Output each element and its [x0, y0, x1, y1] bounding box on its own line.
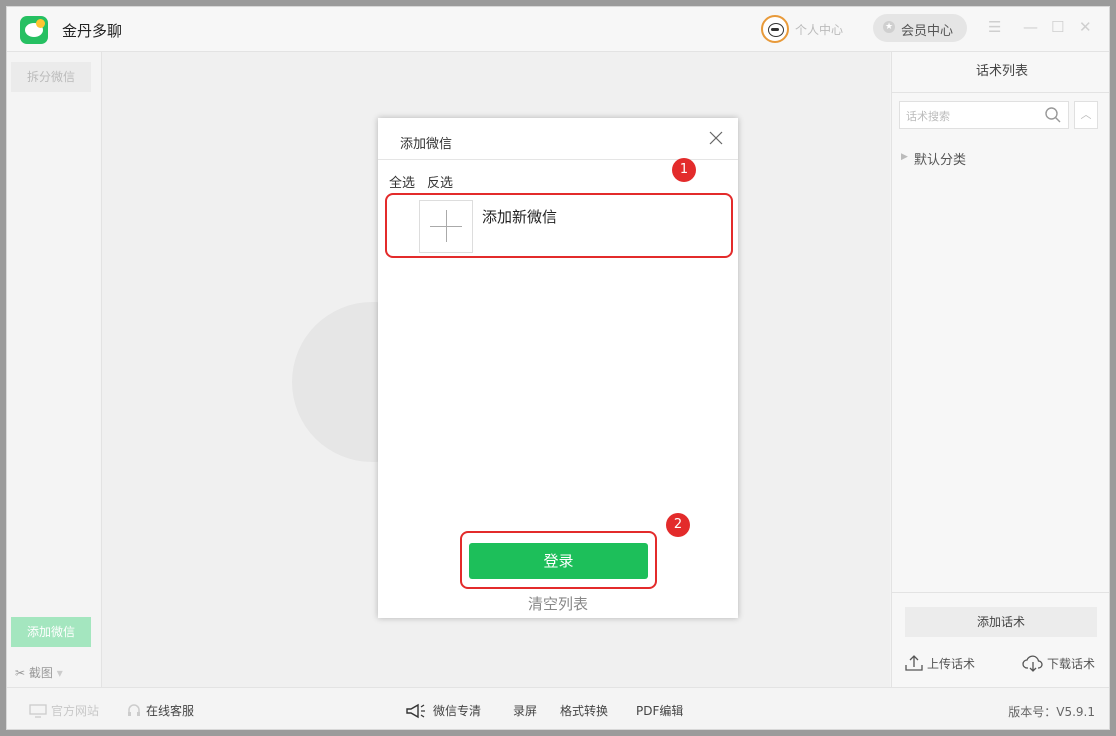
upload-label: 上传话术 [927, 656, 976, 671]
split-wechat-button[interactable]: 拆分微信 [11, 62, 91, 92]
caret-right-icon[interactable]: ▶ [901, 152, 908, 162]
cloud-download-icon [1022, 655, 1043, 672]
official-site-label: 官方网站 [51, 704, 100, 718]
add-wechat-dialog: 添加微信 全选 反选 添加新微信 登录 清空列表 [378, 118, 738, 618]
download-label: 下载话术 [1047, 656, 1096, 671]
search-icon[interactable] [1044, 106, 1062, 124]
member-star-icon: ★ [883, 21, 895, 33]
dialog-title: 添加微信 [400, 137, 453, 152]
divider [892, 592, 1109, 593]
wechat-clean-label: 微信专清 [433, 704, 482, 718]
script-search-input[interactable]: 话术搜索 [899, 101, 1069, 129]
version-label: 版本号：V5.9.1 [1008, 705, 1095, 719]
add-new-wechat-label[interactable]: 添加新微信 [482, 206, 557, 227]
official-site-link[interactable]: 官方网站 [29, 702, 99, 719]
wechat-clean-link[interactable]: 微信专清 [405, 702, 481, 719]
menu-icon[interactable]: ☰ [988, 18, 1001, 36]
member-center-label: 会员中心 [901, 24, 954, 39]
script-panel: 话术列表 话术搜索 ︿ ▶ 默认分类 添加话术 上传话术 下载话术 [891, 52, 1109, 687]
megaphone-icon [406, 703, 425, 718]
minimize-icon[interactable]: — [1023, 18, 1038, 36]
pdf-edit-link[interactable]: PDF编辑 [636, 702, 683, 719]
screenshot-label: 截图 [28, 666, 53, 680]
add-new-wechat-tile[interactable] [419, 200, 473, 253]
personal-center-link[interactable]: 个人中心 [795, 21, 843, 38]
record-screen-link[interactable]: 录屏 [513, 702, 537, 719]
login-button[interactable]: 登录 [469, 543, 648, 579]
select-all-link[interactable]: 全选 [389, 172, 415, 191]
add-script-button[interactable]: 添加话术 [905, 607, 1097, 637]
app-title: 金丹多聊 [62, 22, 123, 40]
status-bar: 官方网站 在线客服 微信专清 录屏 格式转换 PDF编辑 版本号：V5.9.1 [7, 687, 1109, 729]
member-center-button[interactable]: ★ 会员中心 [873, 14, 967, 42]
download-script-button[interactable]: 下载话术 [1022, 654, 1095, 672]
add-wechat-button[interactable]: 添加微信 [11, 617, 91, 647]
close-icon[interactable] [707, 129, 725, 147]
clear-list-link[interactable]: 清空列表 [378, 593, 738, 614]
maximize-icon[interactable]: ☐ [1051, 18, 1064, 36]
app-logo-icon [20, 16, 48, 44]
panda-avatar-icon[interactable] [761, 15, 789, 43]
online-service-label: 在线客服 [146, 704, 195, 718]
scissors-icon: ✂ [15, 666, 26, 680]
search-placeholder: 话术搜索 [906, 110, 950, 123]
category-default[interactable]: 默认分类 [914, 149, 966, 168]
headset-icon [128, 703, 140, 716]
online-service-link[interactable]: 在线客服 [126, 702, 194, 719]
step-badge-1: 1 [672, 158, 696, 182]
left-sidebar: 拆分微信 添加微信 ✂ 截图 ▾ [7, 52, 102, 687]
script-panel-title: 话术列表 [892, 52, 1109, 93]
close-icon[interactable]: ✕ [1079, 18, 1092, 36]
invert-select-link[interactable]: 反选 [427, 172, 453, 191]
upload-script-button[interactable]: 上传话术 [904, 654, 975, 672]
chevron-down-icon[interactable]: ▾ [57, 666, 63, 680]
format-convert-link[interactable]: 格式转换 [560, 702, 608, 719]
title-bar: 金丹多聊 个人中心 ★ 会员中心 ☰ — ☐ ✕ [7, 7, 1109, 52]
step-badge-2: 2 [666, 513, 690, 537]
upload-icon [905, 655, 923, 671]
collapse-icon[interactable]: ︿ [1074, 101, 1098, 129]
monitor-icon [29, 703, 47, 718]
screenshot-button[interactable]: ✂ 截图 ▾ [15, 664, 63, 681]
